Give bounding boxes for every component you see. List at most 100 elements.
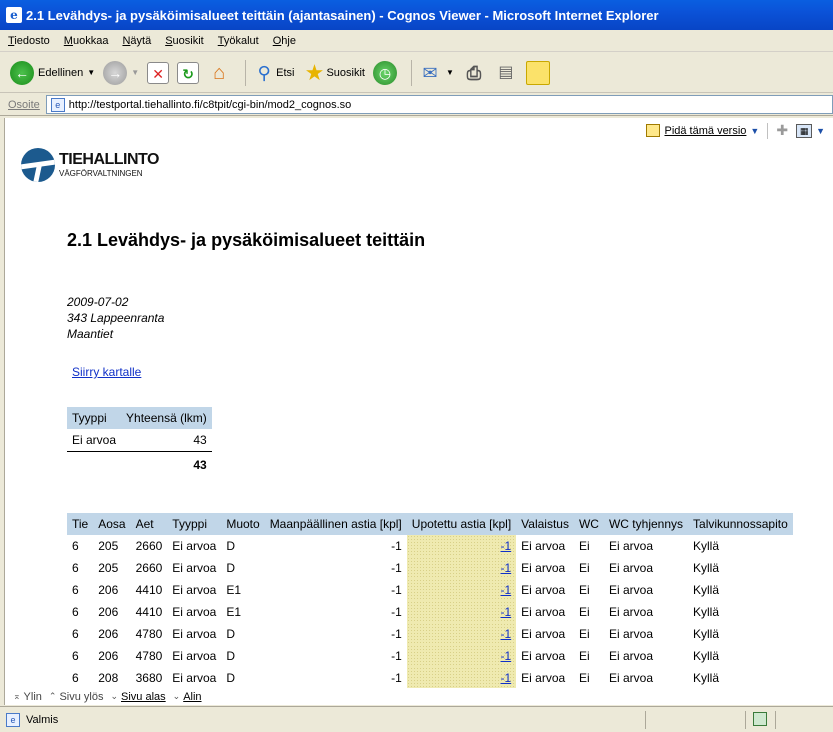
menu-edit[interactable]: Muokkaa bbox=[64, 35, 109, 47]
home-button[interactable]: ⌂ bbox=[207, 61, 231, 85]
table-cell: Ei arvoa bbox=[172, 539, 217, 553]
note-button[interactable] bbox=[525, 60, 550, 85]
table-cell: Ei bbox=[578, 627, 590, 641]
search-label: Etsi bbox=[276, 66, 295, 79]
nav-page-up: Sivu ylös bbox=[59, 690, 104, 703]
drill-link[interactable]: -1 bbox=[501, 561, 512, 575]
refresh-icon: ↻ bbox=[177, 61, 200, 84]
page-content: Pidä tämä versio ▼ ✚ ▦ ▼ TIEHALLINTO VÄG… bbox=[4, 118, 833, 688]
table-cell: -1 bbox=[391, 561, 402, 575]
col-header: Tie bbox=[67, 513, 94, 535]
search-button[interactable]: ⚲ Etsi bbox=[252, 61, 295, 85]
table-cell: Ei bbox=[578, 539, 590, 553]
table-cell: 4780 bbox=[135, 649, 163, 663]
edit-button[interactable]: ▤ bbox=[494, 61, 518, 85]
table-cell: 6 bbox=[72, 605, 79, 619]
nav-bottom[interactable]: Alin bbox=[183, 691, 201, 703]
table-cell: Ei arvoa bbox=[521, 671, 566, 685]
page-navigation: ⌅ Ylin ⌃ Sivu ylös ⌄ Sivu alas ⌄ Alin bbox=[4, 688, 833, 705]
table-cell: Ei bbox=[578, 671, 590, 685]
table-cell: Ei arvoa bbox=[521, 561, 566, 575]
table-cell: Kyllä bbox=[693, 605, 720, 619]
table-cell: Ei arvoa bbox=[608, 539, 654, 553]
address-input[interactable]: e http://testportal.tiehallinto.fi/c8tpi… bbox=[45, 95, 833, 114]
table-cell: Kyllä bbox=[693, 627, 720, 641]
table-cell: Ei arvoa bbox=[608, 561, 654, 575]
map-link[interactable]: Siirry kartalle bbox=[72, 365, 141, 379]
keep-version-dropdown-icon[interactable]: ▼ bbox=[750, 126, 759, 136]
summary-cell: 43 bbox=[193, 432, 207, 447]
drill-link[interactable]: -1 bbox=[501, 539, 512, 553]
menu-help[interactable]: Ohje bbox=[273, 35, 296, 47]
address-bar: Osoite e http://testportal.tiehallinto.f… bbox=[0, 94, 833, 116]
table-cell: D bbox=[226, 627, 235, 641]
refresh-button[interactable]: ↻ bbox=[177, 61, 200, 84]
address-label: Osoite bbox=[8, 98, 40, 111]
report-meta: 2009-07-02 343 Lappeenranta Maantiet bbox=[67, 294, 164, 342]
table-cell: 206 bbox=[98, 605, 119, 619]
back-button[interactable]: ← Edellinen ▼ bbox=[10, 60, 95, 85]
page-icon: e bbox=[50, 97, 65, 112]
report-title: 2.1 Levähdys- ja pysäköimisalueet teittä… bbox=[67, 230, 426, 250]
table-cell: Ei arvoa bbox=[172, 583, 217, 597]
favorites-button[interactable]: ★ Suosikit bbox=[302, 60, 365, 85]
table-cell: 3680 bbox=[135, 671, 163, 685]
rest-areas-table: Tie Aosa Aet Tyyppi Muoto Maanpäällinen … bbox=[67, 513, 793, 688]
nav-page-down[interactable]: Sivu alas bbox=[121, 691, 166, 703]
nav-top: Ylin bbox=[23, 690, 42, 703]
table-cell: -1 bbox=[391, 583, 402, 597]
table-cell: Ei bbox=[578, 583, 590, 597]
report-date: 2009-07-02 bbox=[67, 295, 129, 309]
table-cell: -1 bbox=[406, 601, 517, 623]
menu-tools[interactable]: Työkalut bbox=[218, 35, 259, 47]
print-button[interactable]: ⎙ bbox=[462, 61, 486, 85]
window-title: 2.1 Levähdys- ja pysäköimisalueet teittä… bbox=[26, 7, 659, 23]
add-icon[interactable]: ✚ bbox=[776, 122, 788, 139]
table-cell: Ei arvoa bbox=[172, 649, 217, 663]
col-header: Talvikunnossapito bbox=[688, 513, 793, 535]
drill-link[interactable]: -1 bbox=[501, 671, 512, 685]
table-cell: 205 bbox=[98, 539, 119, 553]
page-down-arrow-icon: ⌄ bbox=[110, 691, 119, 701]
table-cell: Ei arvoa bbox=[521, 605, 566, 619]
note-icon bbox=[525, 60, 550, 85]
table-cell: -1 bbox=[391, 627, 402, 641]
table-cell: 208 bbox=[98, 671, 119, 685]
history-button[interactable]: ◷ bbox=[372, 60, 397, 85]
table-cell: 4410 bbox=[135, 605, 163, 619]
mail-dropdown-icon[interactable]: ▼ bbox=[446, 68, 454, 77]
table-cell: -1 bbox=[406, 623, 517, 645]
view-format-dropdown-icon[interactable]: ▼ bbox=[816, 126, 825, 136]
col-header: WC tyhjennys bbox=[603, 513, 689, 535]
table-cell: 2660 bbox=[135, 561, 163, 575]
col-header: Valaistus bbox=[516, 513, 574, 535]
stop-button[interactable]: ✕ bbox=[147, 61, 170, 84]
drill-link[interactable]: -1 bbox=[501, 583, 512, 597]
mail-icon: ✉ bbox=[422, 62, 438, 83]
menu-favorites[interactable]: Suosikit bbox=[165, 35, 204, 47]
drill-link[interactable]: -1 bbox=[501, 627, 512, 641]
table-cell: 6 bbox=[72, 627, 79, 641]
forward-button[interactable]: → ▼ bbox=[103, 60, 139, 85]
menu-view[interactable]: Näytä bbox=[122, 35, 151, 47]
drill-link[interactable]: -1 bbox=[501, 649, 512, 663]
table-cell: 2660 bbox=[135, 539, 163, 553]
edit-icon: ▤ bbox=[498, 63, 514, 81]
table-cell: Ei arvoa bbox=[608, 583, 654, 597]
back-dropdown-icon[interactable]: ▼ bbox=[87, 68, 95, 77]
table-row: 6 206 4780 Ei arvoa D -1 -1 Ei arvoa Ei Ei arvoa K… bbox=[67, 623, 793, 645]
keep-version-link[interactable]: Pidä tämä versio bbox=[664, 125, 746, 137]
table-cell: Ei bbox=[578, 561, 590, 575]
view-format-icon[interactable]: ▦ bbox=[796, 123, 813, 138]
menu-file[interactable]: Tiedosto bbox=[8, 35, 50, 47]
table-row: 6 208 3680 Ei arvoa D -1 -1 Ei arvoa Ei Ei arvoa K… bbox=[67, 667, 793, 688]
forward-dropdown-icon[interactable]: ▼ bbox=[131, 68, 139, 77]
window-titlebar: e 2.1 Levähdys- ja pysäköimisalueet teit… bbox=[0, 0, 833, 30]
drill-link[interactable]: -1 bbox=[501, 605, 512, 619]
table-cell: 4780 bbox=[135, 627, 163, 641]
table-cell: -1 bbox=[391, 649, 402, 663]
browser-toolbar: ← Edellinen ▼ → ▼ ✕ ↻ ⌂ ⚲ Etsi ★ Suosiki… bbox=[0, 53, 833, 93]
summary-row: Ei arvoa 43 bbox=[67, 429, 212, 451]
col-header: Maanpäällinen astia [kpl] bbox=[264, 513, 407, 535]
mail-button[interactable]: ✉ ▼ bbox=[418, 61, 454, 85]
